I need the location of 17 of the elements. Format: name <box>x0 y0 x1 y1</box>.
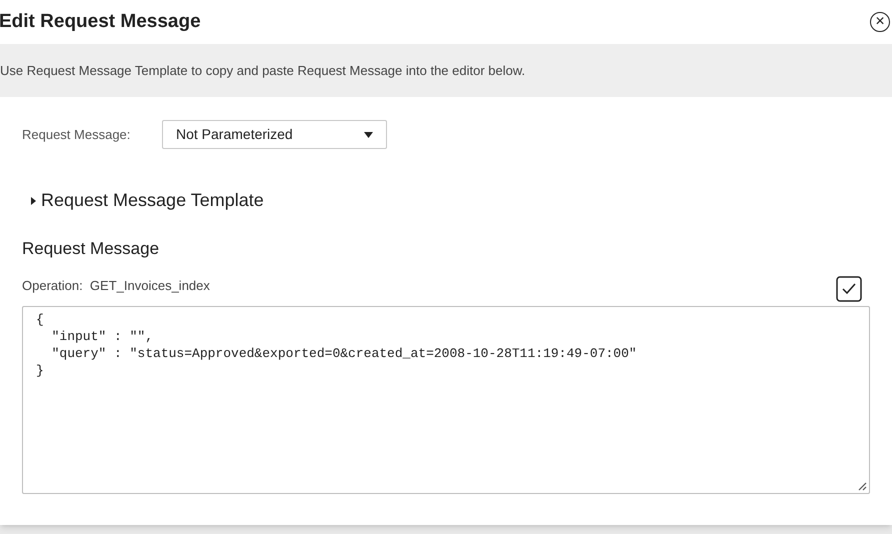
info-text: Use Request Message Template to copy and paste Request Message into the editor below. <box>0 62 526 80</box>
close-button[interactable]: × <box>870 12 890 32</box>
operation-text: Operation: GET_Invoices_index <box>22 277 210 295</box>
request-message-dropdown[interactable]: Not Parameterized <box>162 120 387 149</box>
caret-right-icon <box>31 196 36 204</box>
resize-handle-icon[interactable] <box>858 482 867 490</box>
code-editor[interactable]: { "input" : "", "query" : "status=Approved&exported=0&created_at=2008-10-28T11:19:49-07:00" } <box>22 306 870 494</box>
template-section-toggle[interactable]: Request Message Template <box>31 187 264 214</box>
code-line: { <box>36 310 45 328</box>
field-label: Request Message: <box>22 126 132 144</box>
caret-down-icon <box>364 132 373 138</box>
validate-check-icon[interactable] <box>836 276 862 302</box>
section-heading: Request Message <box>22 238 160 260</box>
code-line: } <box>36 362 45 378</box>
code-line: "query" : "status=Approved&exported=0&created_at=2008-10-28T11:19:49-07:00" <box>50 344 638 362</box>
code-line: "input" : "", <box>50 328 154 344</box>
dialog-title: Edit Request Message <box>0 10 201 34</box>
